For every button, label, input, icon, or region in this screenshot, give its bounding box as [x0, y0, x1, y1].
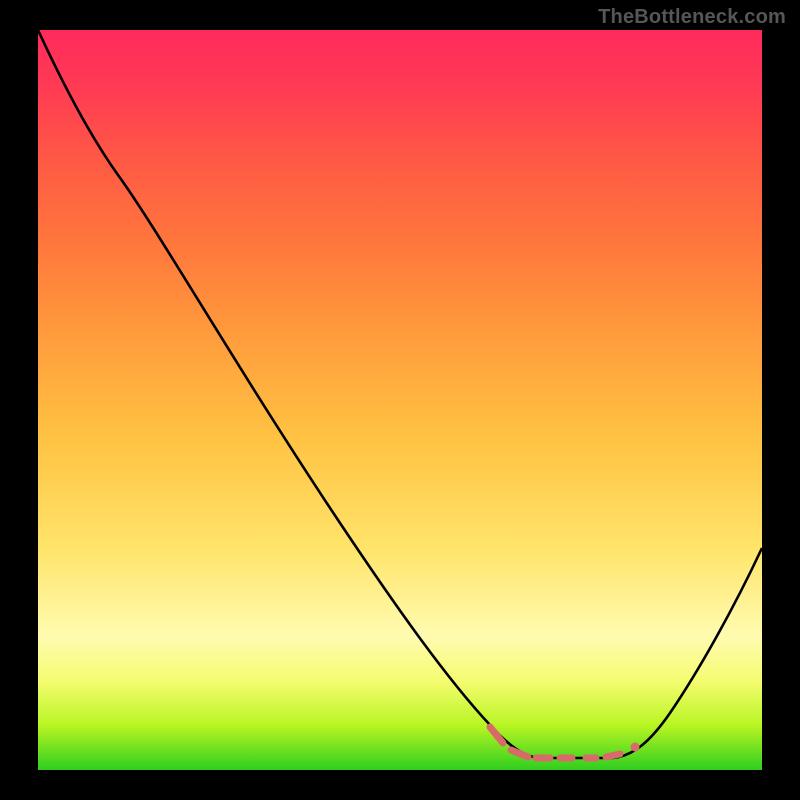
curve-path [38, 30, 762, 758]
chart-container: TheBottleneck.com [0, 0, 800, 800]
bottom-marker-dot [631, 743, 640, 752]
bottleneck-curve [38, 30, 762, 770]
watermark-text: TheBottleneck.com [598, 6, 786, 29]
